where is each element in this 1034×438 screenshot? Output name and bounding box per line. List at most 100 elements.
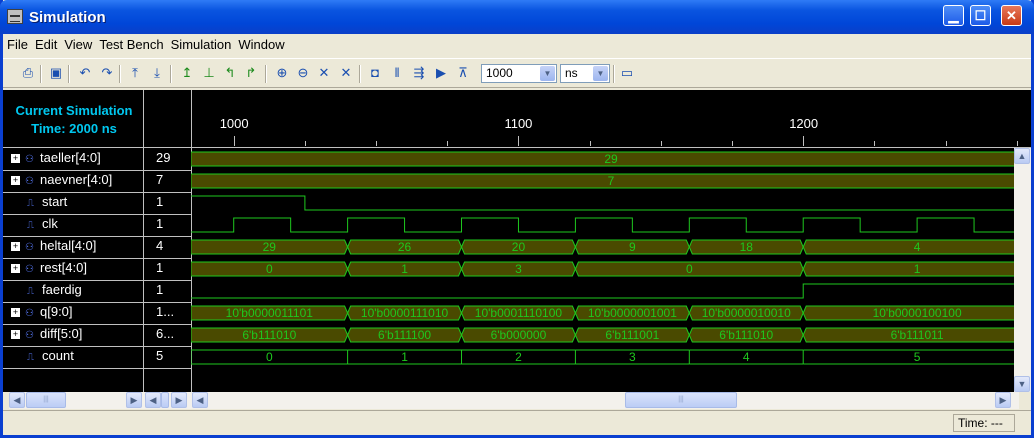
expand-icon[interactable]: + <box>11 242 20 251</box>
chevron-down-icon[interactable]: ▼ <box>593 66 608 81</box>
restart-icon[interactable]: ◘ <box>367 65 383 81</box>
signal-row[interactable]: + ⚇ diff[5:0] 6... <box>3 324 192 346</box>
signal-value: 1 <box>156 260 164 275</box>
signal-name[interactable]: ⎍ faerdig <box>27 282 82 298</box>
expand-icon[interactable]: + <box>11 330 20 339</box>
zoom-full-icon[interactable]: ✕ <box>338 65 354 81</box>
scroll-left-button[interactable]: ◀ <box>192 392 208 408</box>
bus-value-label: 10'b0000001001 <box>587 306 677 320</box>
timeline-tick-mark <box>447 141 449 146</box>
wire-signal-icon: ⎍ <box>27 220 34 231</box>
waveform-heltal[interactable]: 29 26 20 9 18 4 <box>190 236 1031 258</box>
signal-value: 5 <box>156 348 164 363</box>
wave-scroll-thumb[interactable]: ||| <box>625 392 737 408</box>
signal-name[interactable]: + ⚇ diff[5:0] <box>11 326 82 342</box>
vertical-scrollbar[interactable]: ▲ ▼ <box>1014 148 1031 392</box>
menu-window[interactable]: Window <box>234 34 287 52</box>
scroll-right-button[interactable]: ▶ <box>171 392 187 408</box>
add-marker-icon[interactable]: ↥ <box>179 65 195 81</box>
chevron-down-icon[interactable]: ▼ <box>540 66 555 81</box>
expand-icon[interactable]: + <box>11 264 20 273</box>
signal-row[interactable]: + ⚇ naevner[4:0] 7 <box>3 170 192 192</box>
scroll-left-button[interactable]: ◀ <box>9 392 25 408</box>
bus-value-label: 29 <box>604 152 618 166</box>
signal-name[interactable]: ⎍ clk <box>27 216 58 232</box>
step-over-icon[interactable]: ⤓ <box>149 65 165 81</box>
scroll-up-button[interactable]: ▲ <box>1014 148 1030 164</box>
wire-trace <box>191 195 1031 211</box>
title-bar[interactable]: Simulation ▁ ☐ ✕ <box>0 0 1034 34</box>
signal-name[interactable]: + ⚇ heltal[4:0] <box>11 238 96 254</box>
timeline-tick-label: 1000 <box>219 116 249 131</box>
scroll-right-button[interactable]: ▶ <box>126 392 142 408</box>
zoom-out-icon[interactable]: ⊖ <box>295 65 311 81</box>
expand-icon[interactable]: + <box>11 308 20 317</box>
close-button[interactable]: ✕ <box>1001 5 1022 26</box>
signal-row[interactable]: ⎍ faerdig 1 <box>3 280 192 302</box>
signal-name[interactable]: + ⚇ taeller[4:0] <box>11 150 101 166</box>
waveform-naevner[interactable]: 7 <box>190 170 1031 192</box>
step-back-icon[interactable]: ⤒ <box>127 65 143 81</box>
time-value-select[interactable]: 1000 ▼ <box>481 64 557 83</box>
expand-icon[interactable]: + <box>11 154 20 163</box>
maximize-button[interactable]: ☐ <box>970 5 991 26</box>
signal-row[interactable]: + ⚇ heltal[4:0] 4 <box>3 236 192 258</box>
waveform-faerdig[interactable] <box>191 280 1031 302</box>
bench-icon[interactable]: ⊥ <box>201 65 217 81</box>
menu-simulation[interactable]: Simulation <box>167 34 235 52</box>
wire-signal-icon: ⎍ <box>27 352 34 363</box>
signal-row[interactable]: ⎍ clk 1 <box>3 214 192 236</box>
menu-test-bench[interactable]: Test Bench <box>95 34 166 52</box>
waveform-clk[interactable] <box>191 214 1031 236</box>
redo-icon[interactable]: ↷ <box>99 65 115 81</box>
signal-row[interactable]: ⎍ count 5 <box>3 346 192 368</box>
run-for-icon[interactable]: ⊼ <box>455 65 471 81</box>
scroll-left-button[interactable]: ◀ <box>145 392 161 408</box>
timeline-tick-mark <box>803 136 805 146</box>
timeline-tick-mark <box>376 141 378 146</box>
names-scroll-thumb[interactable]: ||| <box>26 392 66 408</box>
zoom-in-icon[interactable]: ⊕ <box>274 65 290 81</box>
signal-row[interactable]: ⎍ start 1 <box>3 192 192 214</box>
zoom-fit-icon[interactable]: ✕ <box>316 65 332 81</box>
horizontal-scrollbar[interactable]: ◀ ||| ▶ ◀ ▶ ◀ ||| ▶ <box>9 392 1019 409</box>
signal-row[interactable]: + ⚇ taeller[4:0] 29 <box>3 148 192 170</box>
wire-signal-icon: ⎍ <box>27 286 34 297</box>
time-unit-select[interactable]: ns ▼ <box>560 64 610 83</box>
menu-edit[interactable]: Edit <box>31 34 60 52</box>
bus-value-label: 7 <box>607 174 615 188</box>
scroll-right-button[interactable]: ▶ <box>995 392 1011 408</box>
jump-prev-icon[interactable]: ↰ <box>222 65 238 81</box>
signal-value: 6... <box>156 326 175 341</box>
signal-name[interactable]: + ⚇ rest[4:0] <box>11 260 87 276</box>
menu-file[interactable]: File <box>3 34 31 52</box>
jump-next-icon[interactable]: ↱ <box>243 65 259 81</box>
signal-value: 29 <box>156 150 171 165</box>
signal-row[interactable]: + ⚇ q[9:0] 1... <box>3 302 192 324</box>
step-icon[interactable]: ⇶ <box>411 65 427 81</box>
menu-view[interactable]: View <box>60 34 95 52</box>
bus-signal-icon: ⚇ <box>25 308 34 319</box>
waveform-q[interactable]: 10'b0000011101 10'b0000111010 10'b00011101… <box>190 302 1031 324</box>
signal-name[interactable]: + ⚇ naevner[4:0] <box>11 172 112 188</box>
window-icon[interactable]: ▭ <box>619 65 635 81</box>
undo-icon[interactable]: ↶ <box>77 65 93 81</box>
timeline-tick-mark <box>233 136 235 146</box>
run-icon[interactable]: ▶ <box>433 65 449 81</box>
save-icon[interactable]: ▣ <box>48 65 64 81</box>
signal-name[interactable]: ⎍ count <box>27 348 74 364</box>
waveform-rest[interactable]: 0 1 3 0 1 <box>190 258 1031 280</box>
signal-name[interactable]: + ⚇ q[9:0] <box>11 304 73 320</box>
waveform-start[interactable] <box>191 192 1031 214</box>
expand-icon[interactable]: + <box>11 176 20 185</box>
minimize-button[interactable]: ▁ <box>943 5 964 26</box>
waveform-taeller[interactable]: 29 <box>190 148 1031 170</box>
print-icon[interactable]: ⎙ <box>20 65 36 81</box>
pause-icon[interactable]: ‖ <box>389 65 405 81</box>
signal-row[interactable]: + ⚇ rest[4:0] 1 <box>3 258 192 280</box>
signal-name[interactable]: ⎍ start <box>27 194 67 210</box>
values-scroll-thumb[interactable] <box>161 392 169 408</box>
waveform-count[interactable]: 0 1 2 3 4 5 <box>190 346 1031 368</box>
waveform-diff[interactable]: 6'b111010 6'b111100 6'b000000 6'b111001 6'b1… <box>190 324 1031 346</box>
scroll-down-button[interactable]: ▼ <box>1014 376 1030 392</box>
